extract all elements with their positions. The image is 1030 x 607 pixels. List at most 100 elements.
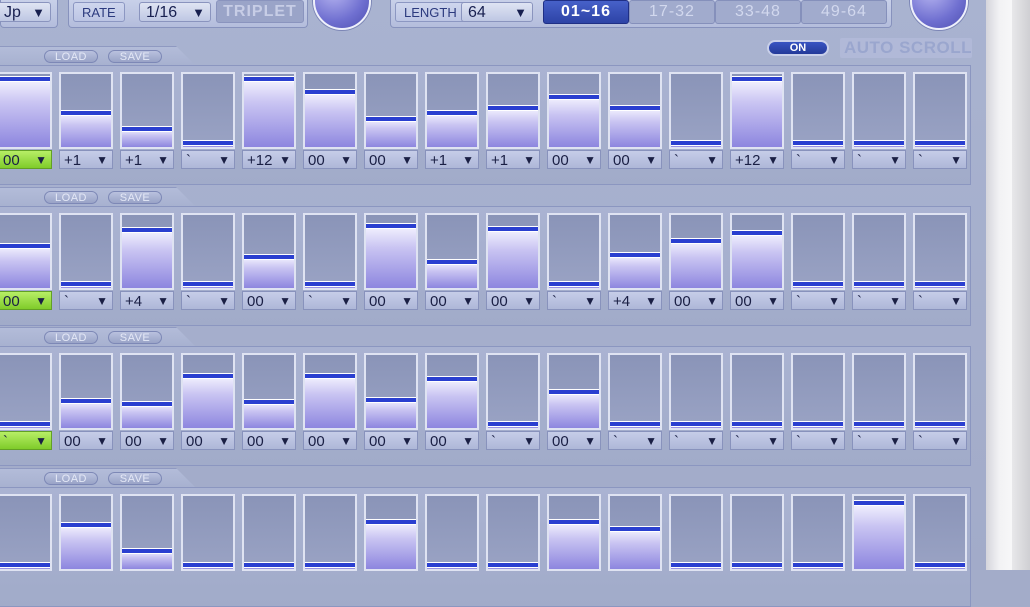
load-button[interactable]: LOAD	[44, 331, 98, 344]
rate-knob[interactable]	[313, 0, 371, 30]
step-fader[interactable]	[913, 353, 967, 430]
fader-handle[interactable]	[671, 238, 721, 244]
step-value-dropdown[interactable]: 00 ▼	[425, 291, 479, 310]
fader-handle[interactable]	[61, 110, 111, 116]
fader-handle[interactable]	[732, 562, 782, 568]
step-value-dropdown[interactable]: 00 ▼	[181, 431, 235, 450]
step-value-dropdown[interactable]: 00 ▼	[364, 431, 418, 450]
save-button[interactable]: SAVE	[108, 472, 162, 485]
page-button-01-16[interactable]: 01~16	[543, 0, 629, 24]
fader-handle[interactable]	[305, 281, 355, 287]
fader-handle[interactable]	[0, 562, 50, 568]
fader-handle[interactable]	[305, 89, 355, 95]
step-value-dropdown[interactable]: ` ▼	[608, 431, 662, 450]
auto-scroll-toggle[interactable]: ON	[767, 40, 829, 56]
fader-handle[interactable]	[122, 227, 172, 233]
step-fader[interactable]	[0, 213, 52, 290]
fader-handle[interactable]	[671, 140, 721, 146]
step-value-dropdown[interactable]: ` ▼	[791, 150, 845, 169]
step-fader[interactable]	[181, 353, 235, 430]
fader-handle[interactable]	[122, 548, 172, 554]
step-value-dropdown[interactable]: 00 ▼	[120, 431, 174, 450]
fader-handle[interactable]	[0, 243, 50, 249]
load-button[interactable]: LOAD	[44, 191, 98, 204]
step-fader[interactable]	[486, 213, 540, 290]
fader-handle[interactable]	[427, 110, 477, 116]
fader-handle[interactable]	[854, 421, 904, 427]
step-value-dropdown[interactable]: ` ▼	[791, 291, 845, 310]
page-button-17-32[interactable]: 17-32	[629, 0, 715, 24]
step-fader[interactable]	[547, 72, 601, 149]
step-fader[interactable]	[59, 72, 113, 149]
step-fader[interactable]	[425, 494, 479, 571]
fader-handle[interactable]	[671, 421, 721, 427]
step-fader[interactable]	[120, 213, 174, 290]
step-value-dropdown[interactable]: ` ▼	[669, 150, 723, 169]
fader-handle[interactable]	[183, 373, 233, 379]
step-value-dropdown[interactable]: 00 ▼	[547, 431, 601, 450]
fader-handle[interactable]	[427, 259, 477, 265]
step-fader[interactable]	[303, 494, 357, 571]
step-fader[interactable]	[242, 494, 296, 571]
step-value-dropdown[interactable]: ` ▼	[852, 150, 906, 169]
step-fader[interactable]	[303, 353, 357, 430]
fader-handle[interactable]	[427, 376, 477, 382]
step-fader[interactable]	[669, 494, 723, 571]
fader-handle[interactable]	[732, 76, 782, 82]
length-dropdown[interactable]: 64 ▼	[461, 2, 533, 22]
fader-handle[interactable]	[671, 562, 721, 568]
step-fader[interactable]	[59, 213, 113, 290]
step-fader[interactable]	[120, 353, 174, 430]
step-fader[interactable]	[608, 353, 662, 430]
fader-handle[interactable]	[244, 76, 294, 82]
fader-handle[interactable]	[305, 373, 355, 379]
fader-handle[interactable]	[183, 281, 233, 287]
fader-handle[interactable]	[793, 562, 843, 568]
step-fader[interactable]	[547, 213, 601, 290]
fader-handle[interactable]	[0, 421, 50, 427]
fader-handle[interactable]	[854, 140, 904, 146]
fader-handle[interactable]	[0, 76, 50, 82]
step-fader[interactable]	[791, 353, 845, 430]
step-fader[interactable]	[669, 72, 723, 149]
step-fader[interactable]	[242, 213, 296, 290]
save-button[interactable]: SAVE	[108, 50, 162, 63]
step-fader[interactable]	[181, 213, 235, 290]
step-fader[interactable]	[364, 213, 418, 290]
step-value-dropdown[interactable]: 00 ▼	[364, 150, 418, 169]
step-value-dropdown[interactable]: ` ▼	[486, 431, 540, 450]
fader-handle[interactable]	[793, 140, 843, 146]
step-fader[interactable]	[364, 353, 418, 430]
length-knob[interactable]	[910, 0, 968, 30]
step-value-dropdown[interactable]: 00 ▼	[242, 291, 296, 310]
step-value-dropdown[interactable]: ` ▼	[669, 431, 723, 450]
fader-handle[interactable]	[366, 519, 416, 525]
fader-handle[interactable]	[610, 105, 660, 111]
step-value-dropdown[interactable]: 00 ▼	[0, 291, 52, 310]
step-fader[interactable]	[608, 494, 662, 571]
step-fader[interactable]	[791, 494, 845, 571]
step-value-dropdown[interactable]: 00 ▼	[0, 150, 52, 169]
triplet-button[interactable]: TRIPLET	[216, 0, 304, 23]
fader-handle[interactable]	[915, 281, 965, 287]
fader-handle[interactable]	[61, 522, 111, 528]
fader-handle[interactable]	[183, 140, 233, 146]
step-fader[interactable]	[608, 72, 662, 149]
fader-handle[interactable]	[732, 230, 782, 236]
step-value-dropdown[interactable]: 00 ▼	[669, 291, 723, 310]
step-fader[interactable]	[669, 353, 723, 430]
step-fader[interactable]	[852, 353, 906, 430]
step-fader[interactable]	[425, 72, 479, 149]
step-fader[interactable]	[242, 72, 296, 149]
step-fader[interactable]	[364, 494, 418, 571]
fader-handle[interactable]	[549, 281, 599, 287]
fader-handle[interactable]	[366, 116, 416, 122]
fader-handle[interactable]	[854, 500, 904, 506]
step-value-dropdown[interactable]: +12 ▼	[242, 150, 296, 169]
step-fader[interactable]	[0, 72, 52, 149]
save-button[interactable]: SAVE	[108, 331, 162, 344]
step-fader[interactable]	[181, 494, 235, 571]
step-value-dropdown[interactable]: ` ▼	[181, 291, 235, 310]
fader-handle[interactable]	[122, 126, 172, 132]
step-fader[interactable]	[425, 353, 479, 430]
